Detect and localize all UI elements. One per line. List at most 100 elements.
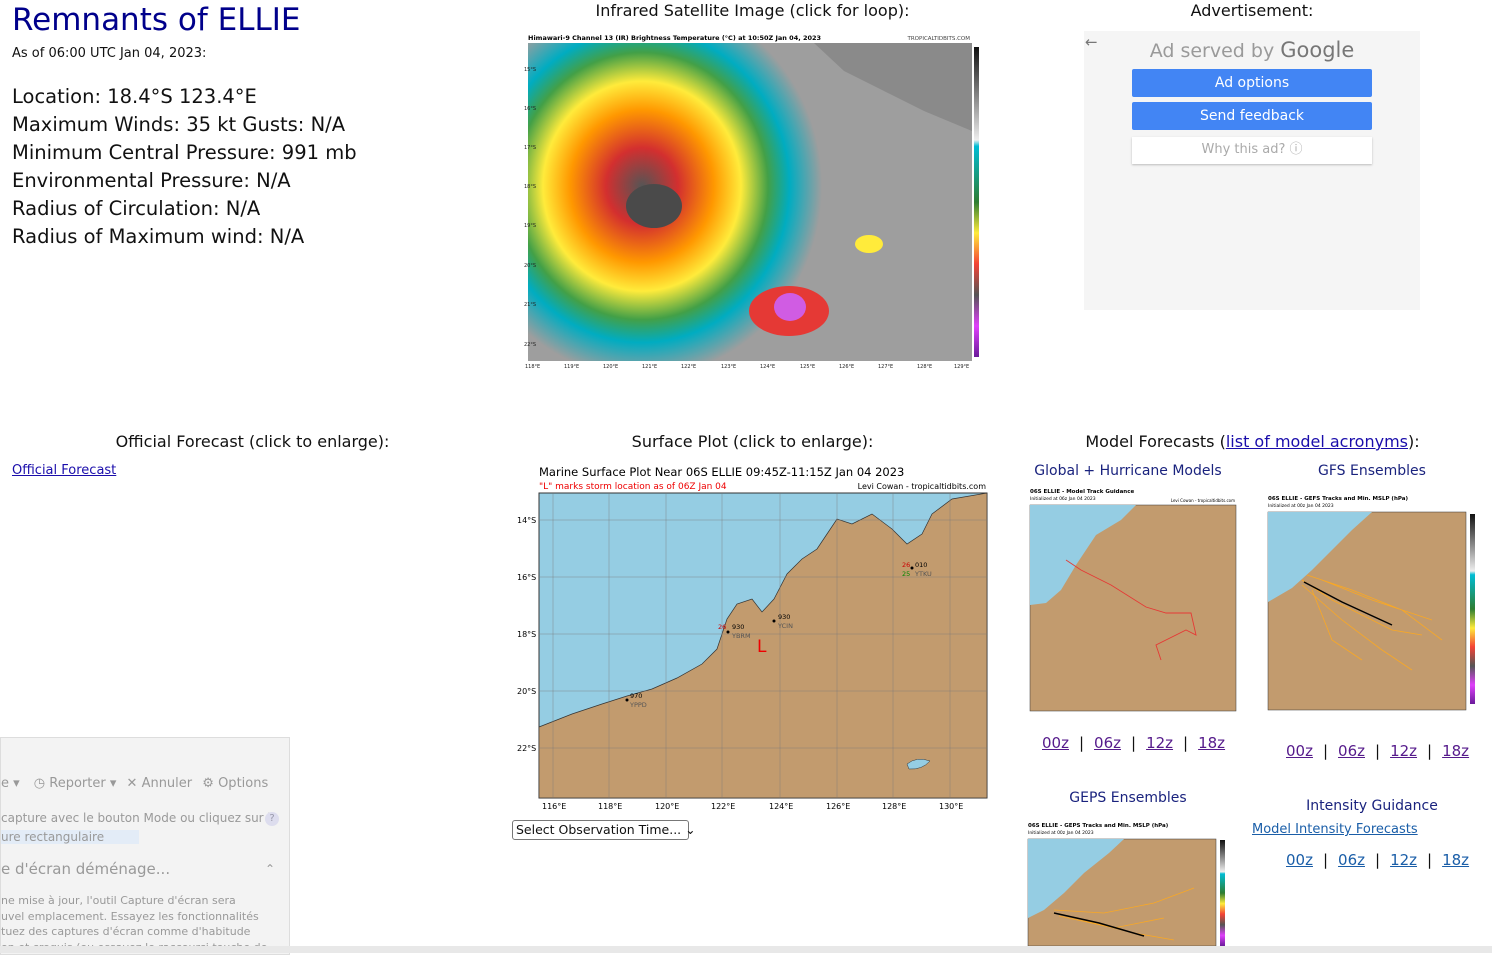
sat-lon-label: 125°E: [800, 364, 815, 370]
storm-location-marker: L: [757, 637, 767, 657]
run-separator: |: [1131, 734, 1136, 752]
ad-options-button[interactable]: Ad options: [1132, 69, 1372, 97]
global-run-18z[interactable]: 18z: [1198, 734, 1225, 752]
surface-plot-title: Marine Surface Plot Near 06S ELLIE 09:45…: [539, 465, 904, 479]
intensity-run-12z[interactable]: 12z: [1390, 851, 1417, 869]
model-intensity-link[interactable]: Model Intensity Forecasts: [1252, 822, 1418, 837]
intensity-run-06z[interactable]: 06z: [1338, 851, 1365, 869]
storm-location: Location: 18.4°S 123.4°E: [12, 83, 357, 111]
snip-notice-heading: e d'écran déménage...: [1, 860, 170, 878]
gefs-run-06z[interactable]: 06z: [1338, 742, 1365, 760]
sat-lon-label: 122°E: [681, 364, 696, 370]
geps-img-title: 06S ELLIE - GEPS Tracks and Min. MSLP (h…: [1028, 823, 1169, 829]
snip-collapse-icon[interactable]: ⌃: [265, 862, 275, 876]
station-pressure: 010: [915, 561, 927, 569]
ad-served-by: Ad served by Google: [1084, 38, 1420, 62]
station-dot: [773, 620, 776, 623]
surface-lat-label: 14°S: [517, 516, 536, 525]
ad-served-by-text: Ad served by: [1150, 40, 1275, 62]
sat-lat-label: 22°S: [524, 342, 536, 348]
gefs-run-12z[interactable]: 12z: [1390, 742, 1417, 760]
snip-cancel-icon[interactable]: ✕: [127, 776, 138, 791]
sat-lon-label: 118°E: [525, 364, 540, 370]
gefs-runs: 00z|06z|12z|18z: [1286, 742, 1469, 760]
surface-lon-label: 116°E: [542, 802, 566, 811]
sat-lat-label: 21°S: [524, 302, 536, 308]
gefs-img-title: 06S ELLIE - GEFS Tracks and Min. MSLP (h…: [1268, 496, 1408, 502]
snip-notice-line: ne mise à jour, l'outil Capture d'écran …: [1, 893, 267, 909]
model-acronyms-link[interactable]: list of model acronyms: [1226, 432, 1408, 451]
sat-lon-label: 129°E: [954, 364, 969, 370]
gefs-colorbar: [1470, 514, 1475, 704]
satellite-caption: Himawari-9 Channel 13 (IR) Brightness Te…: [528, 34, 821, 42]
official-forecast-link[interactable]: Official Forecast: [12, 463, 116, 478]
run-separator: |: [1375, 742, 1380, 760]
station-temp: 26: [902, 561, 910, 569]
gefs-run-18z[interactable]: 18z: [1442, 742, 1469, 760]
station-pressure: 970: [630, 692, 642, 700]
storm-center-clouds: [626, 184, 682, 228]
intensity-guidance-title: Intensity Guidance: [1272, 798, 1472, 814]
intensity-run-18z[interactable]: 18z: [1442, 851, 1469, 869]
station-dot: [626, 699, 629, 702]
global-run-00z[interactable]: 00z: [1042, 734, 1069, 752]
station-pressure: 930: [732, 623, 744, 631]
as-of-timestamp: As of 06:00 UTC Jan 04, 2023:: [12, 46, 206, 61]
geps-img-subtitle: Initialized at 00z Jan 04 2023: [1028, 830, 1094, 836]
station-dewpoint: 25: [902, 570, 910, 578]
snip-reporter-button[interactable]: Reporter: [49, 776, 105, 791]
sat-lon-label: 121°E: [642, 364, 657, 370]
surface-lat-label: 18°S: [517, 630, 536, 639]
storm-env-pressure: Environmental Pressure: N/A: [12, 167, 357, 195]
station-id: YPPD: [629, 701, 647, 709]
observation-time-select[interactable]: Select Observation Time... ⌄: [512, 820, 689, 840]
google-logo: Google: [1280, 38, 1354, 62]
storm-stats: Location: 18.4°S 123.4°E Maximum Winds: …: [12, 83, 357, 251]
sat-lat-label: 15°S: [524, 67, 536, 73]
geps-ensembles-title: GEPS Ensembles: [1028, 790, 1228, 806]
global-img-credit: Levi Cowan - tropicaltidbits.com: [1171, 498, 1235, 503]
sat-lon-label: 128°E: [917, 364, 932, 370]
run-separator: |: [1183, 734, 1188, 752]
sat-lat-label: 16°S: [524, 106, 536, 112]
snip-hint-line1: capture avec le bouton Mode ou cliquez s…: [1, 811, 278, 825]
snip-delay-icon[interactable]: ◷: [34, 776, 45, 791]
global-models-image[interactable]: 06S ELLIE - Model Track Guidance Initial…: [1026, 485, 1238, 719]
snip-help-icon[interactable]: ?: [265, 812, 279, 826]
geps-ensembles-image[interactable]: 06S ELLIE - GEPS Tracks and Min. MSLP (h…: [1024, 818, 1234, 946]
satellite-image[interactable]: Himawari-9 Channel 13 (IR) Brightness Te…: [524, 31, 980, 371]
snip-notice-line: tuez des captures d'écran comme d'habitu…: [1, 924, 267, 940]
intensity-run-00z[interactable]: 00z: [1286, 851, 1313, 869]
snip-hint-line2: ure rectangulaire: [1, 830, 139, 844]
snip-options-button[interactable]: Options: [218, 776, 268, 791]
satellite-colorbar: [974, 47, 979, 357]
sat-lat-label: 18°S: [524, 184, 536, 190]
ad-heading: Advertisement:: [1084, 1, 1420, 20]
sat-lon-label: 123°E: [721, 364, 736, 370]
station-id: YTKU: [914, 570, 932, 578]
why-this-ad-button[interactable]: Why this ad? ⓘ: [1132, 137, 1372, 164]
run-separator: |: [1427, 851, 1432, 869]
surface-plot-image[interactable]: Marine Surface Plot Near 06S ELLIE 09:45…: [512, 464, 992, 814]
station-temp: 26: [718, 623, 726, 631]
global-img-subtitle: Initialized at 06z Jan 04 2023: [1030, 496, 1096, 502]
storm-radius-circulation: Radius of Circulation: N/A: [12, 195, 357, 223]
global-models-title: Global + Hurricane Models: [1028, 463, 1228, 479]
run-separator: |: [1323, 851, 1328, 869]
snip-options-icon[interactable]: ⚙: [202, 776, 214, 791]
storm-radius-max-wind: Radius of Maximum wind: N/A: [12, 223, 357, 251]
global-run-12z[interactable]: 12z: [1146, 734, 1173, 752]
snip-cancel-button[interactable]: Annuler: [142, 776, 193, 791]
intensity-runs: 00z|06z|12z|18z: [1286, 851, 1469, 869]
surface-lon-label: 128°E: [882, 802, 906, 811]
run-separator: |: [1427, 742, 1432, 760]
surface-plot-credit: Levi Cowan - tropicaltidbits.com: [858, 482, 987, 491]
run-separator: |: [1079, 734, 1084, 752]
horizontal-scrollbar[interactable]: [0, 946, 1492, 953]
surface-lon-label: 120°E: [655, 802, 679, 811]
gefs-run-00z[interactable]: 00z: [1286, 742, 1313, 760]
gfs-ensembles-image[interactable]: 06S ELLIE - GEFS Tracks and Min. MSLP (h…: [1262, 490, 1492, 720]
global-run-06z[interactable]: 06z: [1094, 734, 1121, 752]
snipping-tool-window: e ▾ ◷ Reporter ▾ ✕ Annuler ⚙ Options cap…: [0, 737, 290, 955]
send-feedback-button[interactable]: Send feedback: [1132, 102, 1372, 130]
